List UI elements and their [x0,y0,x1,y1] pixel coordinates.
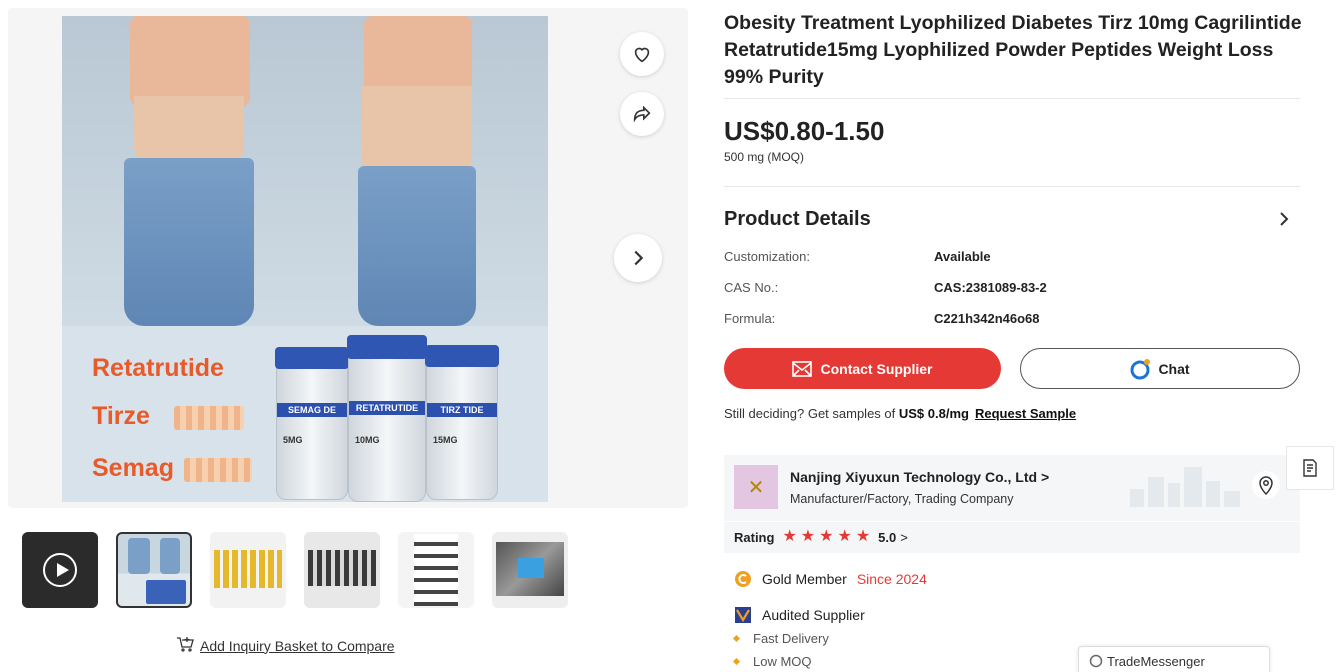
skyline-decoration [1130,467,1240,507]
star-icon: ★ [819,528,834,545]
detail-row-cas: CAS No.: CAS:2381089-83-2 [724,280,1047,295]
audited-supplier-feature[interactable]: Audited Supplier [734,606,865,624]
play-icon [43,553,77,587]
thumbnail-3[interactable] [304,532,380,608]
note-button[interactable] [1286,446,1334,490]
detail-row-formula: Formula: C221h342n46o68 [724,311,1040,326]
add-inquiry-basket-link[interactable]: Add Inquiry Basket to Compare [176,636,395,655]
request-sample-link[interactable]: Request Sample [975,406,1076,421]
detail-row-customization: Customization: Available [724,249,991,264]
image-text-tirze: Tirze [92,402,150,430]
product-title: Obesity Treatment Lyophilized Diabetes T… [724,12,1302,88]
rating-value: 5.0 [878,529,897,545]
star-icon: ★ [837,528,852,545]
main-image-panel: Retatrutide Tirze Semag SEMAG DE 5MG RET… [8,8,688,508]
gold-member-feature: Gold Member Since 2024 [734,570,927,588]
contact-supplier-button[interactable]: Contact Supplier [724,348,1001,389]
supplier-name-link[interactable]: Nanjing Xiyuxun Technology Co., Ltd > [790,469,1049,485]
vial-semaglutide: SEMAG DE 5MG [275,347,349,500]
star-icon: ★ [782,528,797,545]
main-product-image[interactable]: Retatrutide Tirze Semag SEMAG DE 5MG RET… [62,16,548,502]
sample-price: US$ 0.8/mg [898,406,969,421]
trade-messenger-widget[interactable]: TradeMessenger [1078,646,1270,672]
price: US$0.80-1.50 [724,116,885,146]
divider [724,98,1300,99]
chevron-right-icon [634,250,644,266]
thumbnail-video[interactable] [22,532,98,608]
trade-messenger-icon [1089,654,1103,668]
divider [724,186,1300,187]
heart-icon [634,47,650,63]
moq: 500 mg (MOQ) [724,150,805,164]
supplier-card: ✕ Nanjing Xiyuxun Technology Co., Ltd > … [724,455,1300,553]
product-details-chevron-icon[interactable] [1278,210,1290,234]
thumbnail-1[interactable] [116,532,192,608]
note-icon [1303,459,1317,477]
audited-icon [735,607,751,623]
image-text-semag: Semag [92,454,174,482]
share-button[interactable] [620,92,664,136]
bullet-low-moq: Low MOQ [732,654,812,669]
thumbnail-4[interactable] [398,532,474,608]
image-text-retatrutide: Retatrutide [92,354,224,382]
star-icon: ★ [855,528,871,545]
bullet-fast-delivery: Fast Delivery [732,631,829,646]
next-image-button[interactable] [614,234,662,282]
supplier-type: Manufacturer/Factory, Trading Company [790,492,1014,506]
gold-member-icon [735,571,751,587]
thumbnail-5[interactable] [492,532,568,608]
location-pin-icon[interactable] [1252,471,1280,499]
product-details-title[interactable]: Product Details [724,208,871,231]
star-icon: ★ [800,528,816,545]
favorite-button[interactable] [620,32,664,76]
thumbnail-strip [22,532,568,608]
thumbnail-2[interactable] [210,532,286,608]
rating-row[interactable]: Rating ★ ★ ★ ★ ★ 5.0 > [734,529,908,545]
chat-bubble-icon [1130,358,1151,379]
basket-icon [176,636,194,655]
chat-button[interactable]: Chat [1020,348,1300,389]
vial-tirzepatide: TIRZ TIDE 15MG [425,345,499,500]
share-icon [633,105,651,123]
compare-label: Add Inquiry Basket to Compare [200,637,395,654]
sample-line: Still deciding? Get samples of US$ 0.8/m… [724,406,1077,421]
mail-icon [792,360,813,377]
supplier-logo[interactable]: ✕ [734,465,778,509]
vial-retatrutide: RETATRUTIDE 10MG [347,335,427,502]
